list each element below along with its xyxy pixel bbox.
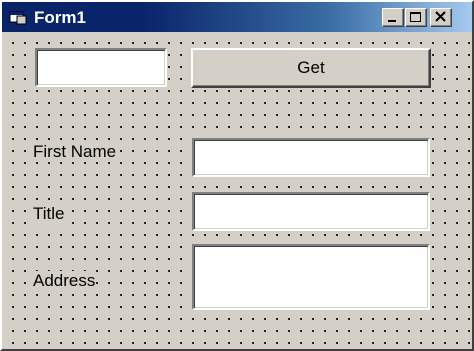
title-bar[interactable]: Form1	[2, 2, 472, 32]
address-label: Address	[33, 271, 96, 291]
get-button[interactable]: Get	[191, 48, 431, 88]
first-name-field[interactable]	[192, 138, 430, 177]
maximize-button[interactable]	[405, 8, 427, 27]
title-field[interactable]	[192, 192, 430, 231]
close-icon	[435, 11, 446, 22]
minimize-icon	[388, 20, 396, 22]
address-field[interactable]	[192, 244, 430, 310]
maximize-icon	[410, 12, 421, 22]
title-label: Title	[33, 204, 65, 224]
search-textbox[interactable]	[35, 48, 167, 87]
minimize-button[interactable]	[382, 8, 404, 27]
first-name-label: First Name	[33, 142, 117, 162]
close-button[interactable]	[430, 8, 452, 27]
window-title: Form1	[34, 8, 86, 27]
form-design-surface: Get First Name Title Address	[4, 34, 470, 347]
form1-window: Form1 Get First Name Title Address	[0, 0, 474, 351]
app-icon[interactable]	[9, 9, 27, 25]
